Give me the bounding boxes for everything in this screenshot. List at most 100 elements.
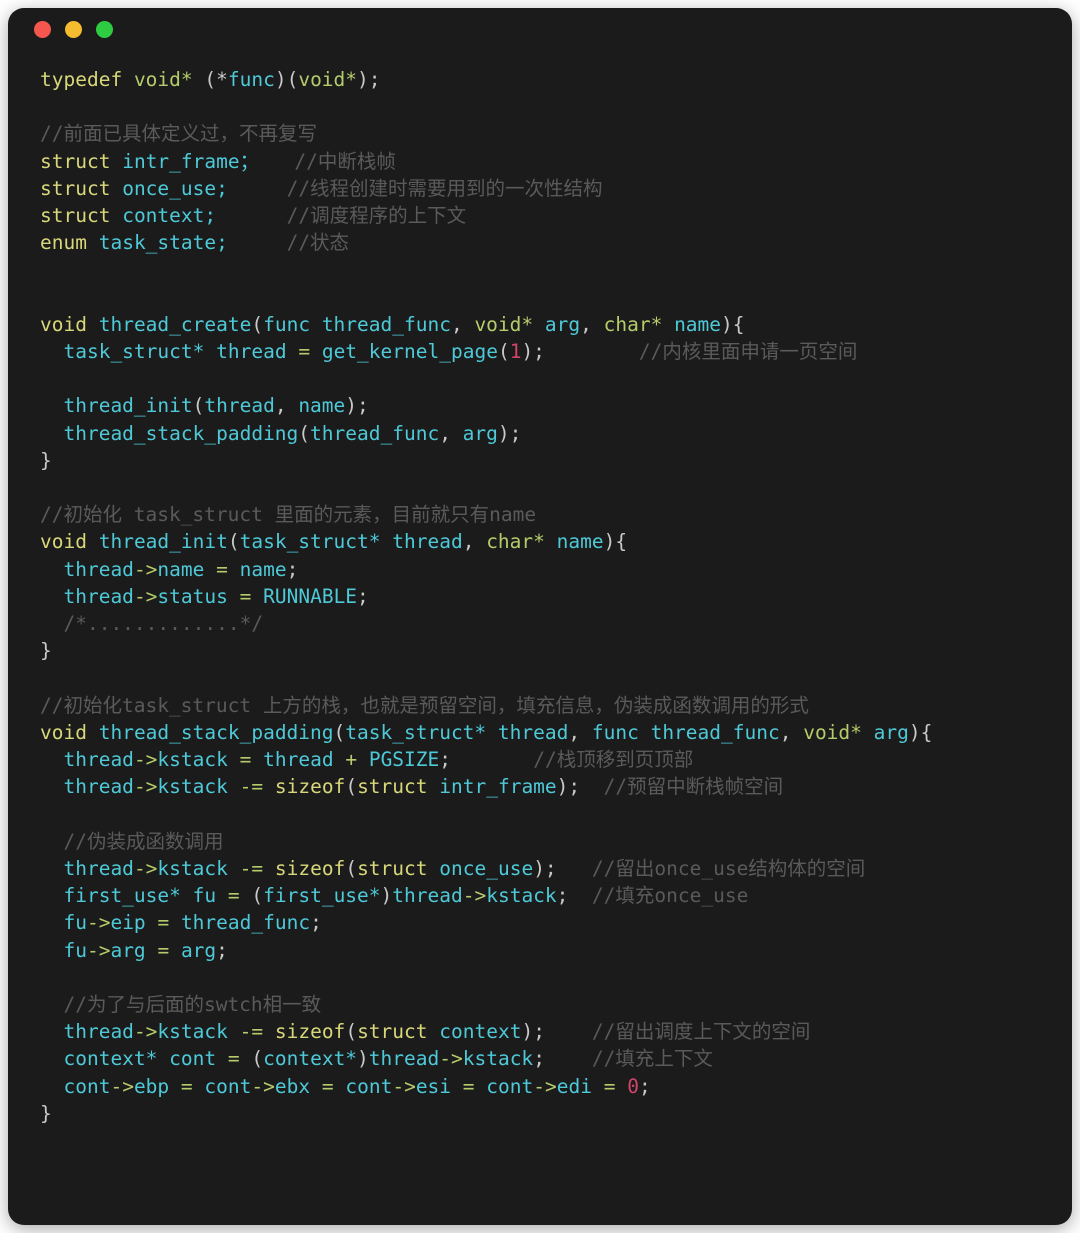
code-token: first_use* [263,884,381,908]
maximize-button[interactable] [96,20,113,38]
code-token: ); [556,775,581,799]
code-token: ( [192,394,205,418]
code-token: ; [357,584,369,608]
code-line: void thread_stack_padding(task_struct* t… [40,719,1072,746]
code-token: = [157,938,170,962]
code-block[interactable]: typedef void* (*func)(void*); //前面已具体定义过… [8,50,1072,1127]
code-token: //内核里面申请一页空间 [638,340,858,364]
code-token: cont [169,1047,217,1071]
code-token: PGSIZE [368,748,440,772]
code-token: thread_create [98,312,252,336]
code-token: ; [310,911,322,935]
code-token: ); [345,394,369,418]
code-token: ； [239,149,260,173]
code-token: ; [638,1074,651,1098]
code-line: void thread_create(func thread_func, voi… [40,311,1072,338]
code-token: name [556,530,604,554]
code-token: void [40,312,87,336]
code-token: thread [63,584,134,608]
code-token: + [345,748,358,772]
code-token: , [568,720,592,744]
code-token: ){ [721,312,745,336]
code-token: ; [216,938,228,962]
code-line: //为了与后面的swtch相一致 [40,991,1072,1018]
code-token: cont [204,1074,252,1098]
close-button[interactable] [34,20,51,38]
code-line: } [40,447,1072,474]
code-token: thread_func [650,720,780,744]
code-token: sizeof [274,1020,346,1044]
code-token: kstack [157,1020,228,1044]
code-token: thread [263,748,334,772]
code-line: //前面已具体定义过，不再复写 [40,120,1072,147]
code-token: context* [63,1047,158,1071]
code-token: void [40,720,87,744]
minimize-button[interactable] [65,20,82,38]
code-line: thread->kstack = thread + PGSIZE; //栈顶移到… [40,746,1072,773]
code-line: task_struct* thread = get_kernel_page(1)… [40,338,1072,365]
code-token: thread [497,720,569,744]
code-token: //伪装成函数调用 [63,829,224,853]
code-token: fu [192,884,217,908]
code-token: ( [345,856,358,880]
code-token: ebp [133,1074,170,1098]
code-token: edi [556,1074,592,1098]
code-token: ); [521,1020,545,1044]
code-line: /*.............*/ [40,610,1072,637]
code-token: ( [333,720,346,744]
code-token: intr_frame [122,149,240,173]
code-token: context* [263,1047,358,1071]
code-token: void* [298,68,358,91]
code-token: = [227,1047,240,1071]
code-token: -> [462,884,487,908]
code-token: func [263,312,311,336]
code-token: ( [345,1020,358,1044]
code-token: ( [192,68,217,91]
code-token: struct [357,856,428,880]
code-token: void* [474,312,534,336]
code-line: thread->name = name; [40,556,1072,583]
code-token: arg [462,421,498,445]
code-window: typedef void* (*func)(void*); //前面已具体定义过… [8,8,1072,1225]
code-line: first_use* fu = (first_use*)thread->ksta… [40,882,1072,909]
code-line: thread_stack_padding(thread_func, arg); [40,420,1072,447]
